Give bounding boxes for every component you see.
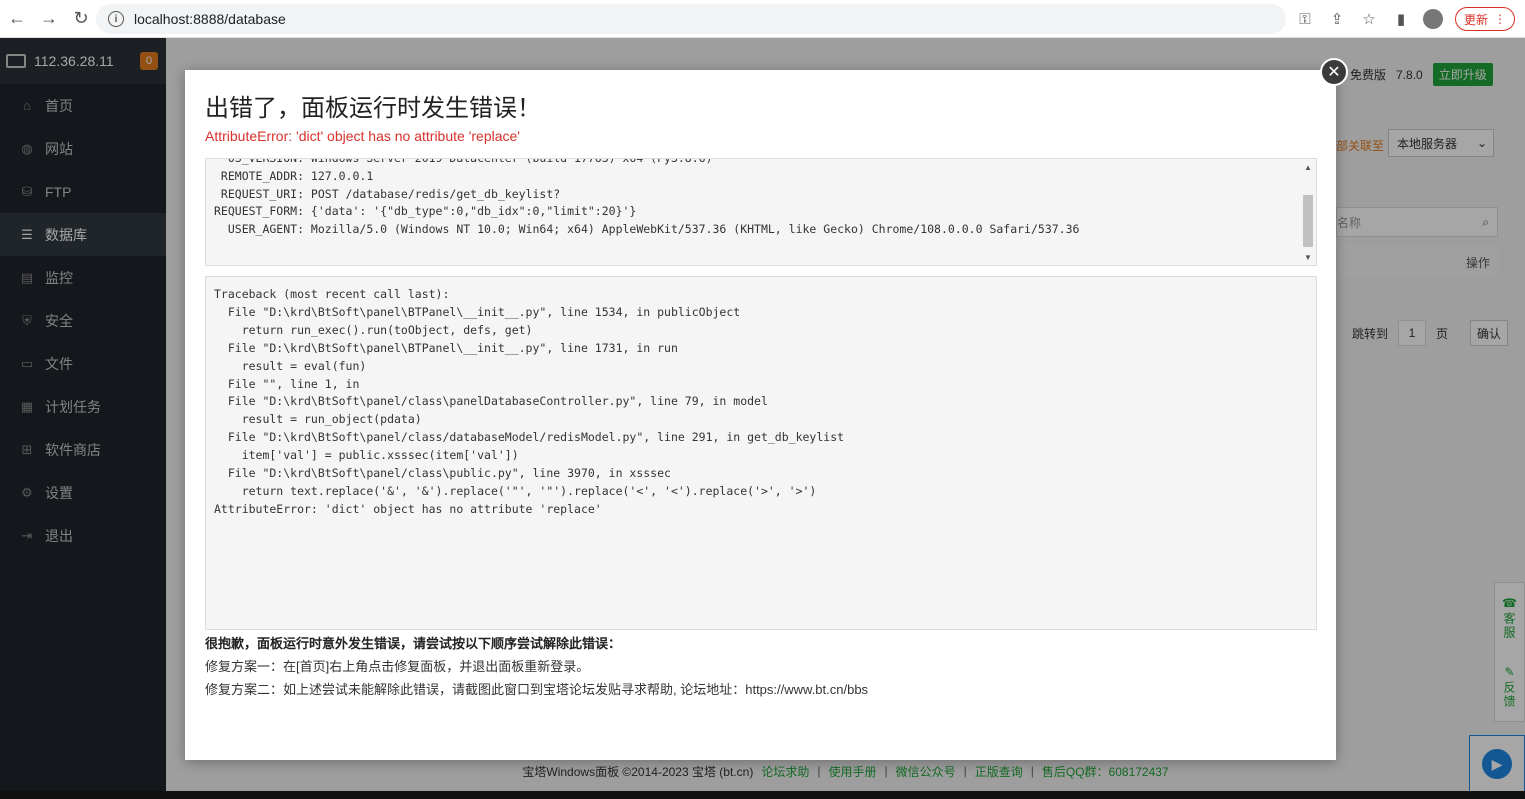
close-dialog-button[interactable]: ✕ <box>1320 58 1348 86</box>
star-icon[interactable]: ☆ <box>1359 9 1379 29</box>
address-bar[interactable]: i localhost:8888/database <box>96 4 1286 34</box>
help-title: 很抱歉，面板运行时意外发生错误，请尝试按以下顺序尝试解除此错误： <box>205 636 622 651</box>
key-icon[interactable]: ⚿ <box>1295 9 1315 29</box>
reload-icon[interactable]: ↻ <box>66 4 96 34</box>
more-icon: ⋮ <box>1494 12 1506 26</box>
forward-icon[interactable]: → <box>34 4 64 34</box>
back-icon[interactable]: ← <box>2 4 32 34</box>
request-info-box[interactable]: OS_VERSION: Windows Server 2019 Datacent… <box>205 158 1317 266</box>
scroll-thumb[interactable] <box>1303 195 1313 247</box>
error-dialog: 出错了，面板运行时发生错误！ AttributeError: 'dict' ob… <box>185 70 1336 760</box>
browser-toolbar: ← → ↻ i localhost:8888/database ⚿ ⇪ ☆ ▮ … <box>0 0 1525 38</box>
dialog-title: 出错了，面板运行时发生错误！ <box>205 95 541 122</box>
help-solution-2: 修复方案二：如上述尝试未能解除此错误，请截图此窗口到宝塔论坛发贴寻求帮助, 论坛… <box>205 682 869 697</box>
scroll-up-icon[interactable]: ▲ <box>1302 163 1314 173</box>
sidepanel-icon[interactable]: ▮ <box>1391 9 1411 29</box>
traceback-text: Traceback (most recent call last): File … <box>214 287 845 516</box>
site-info-icon[interactable]: i <box>108 11 124 27</box>
scroll-down-icon[interactable]: ▼ <box>1302 253 1314 263</box>
info-scrollbar[interactable]: ▲ ▼ <box>1302 163 1314 263</box>
help-solution-1: 修复方案一：在[首页]右上角点击修复面板，并退出面板重新登录。 <box>205 659 590 674</box>
taskbar-strip <box>0 791 1525 799</box>
url-text: localhost:8888/database <box>134 11 286 27</box>
close-icon: ✕ <box>1327 64 1341 81</box>
share-icon[interactable]: ⇪ <box>1327 9 1347 29</box>
update-button[interactable]: 更新 ⋮ <box>1454 7 1515 31</box>
error-message: AttributeError: 'dict' object has no att… <box>205 128 520 144</box>
profile-avatar[interactable] <box>1422 9 1443 29</box>
traceback-box[interactable]: Traceback (most recent call last): File … <box>205 276 1317 630</box>
request-info-text: OS_VERSION: Windows Server 2019 Datacent… <box>214 158 1080 237</box>
